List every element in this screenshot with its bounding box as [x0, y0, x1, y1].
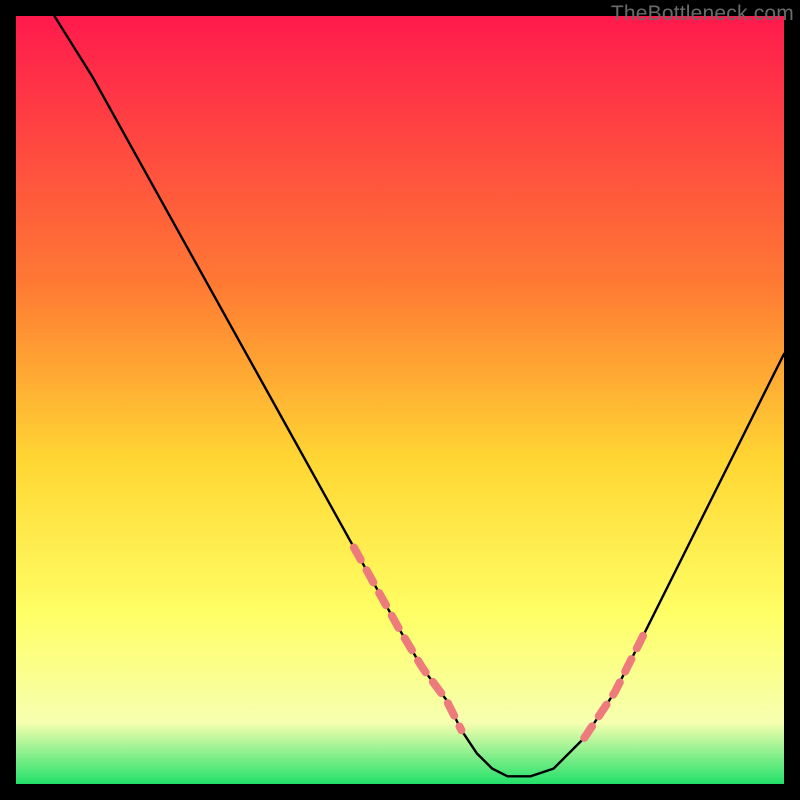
gradient-background [16, 16, 784, 784]
watermark-text: TheBottleneck.com [611, 2, 794, 26]
chart-frame [16, 16, 784, 784]
chart-svg [16, 16, 784, 784]
